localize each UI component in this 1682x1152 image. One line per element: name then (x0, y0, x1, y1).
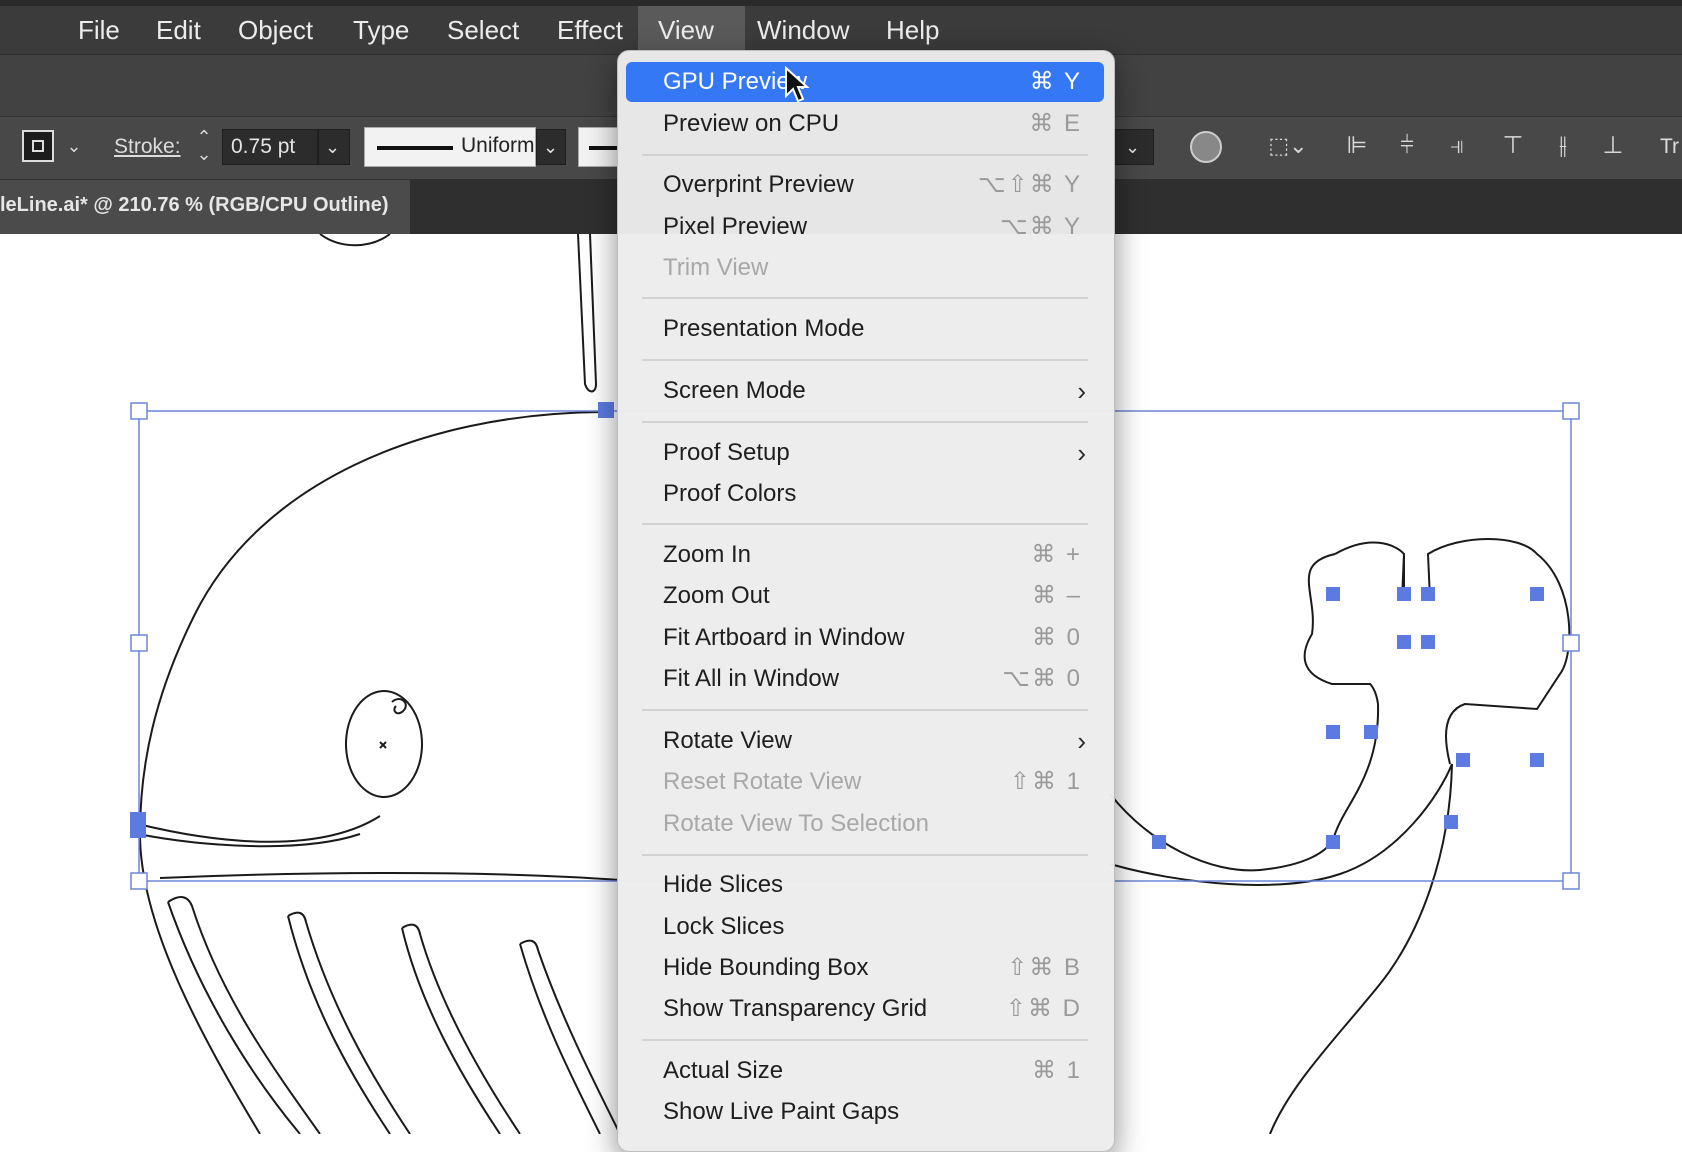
menu-help[interactable]: Help (866, 6, 959, 54)
stroke-weight-field[interactable]: 0.75 pt (222, 129, 318, 165)
document-tab[interactable]: leLine.ai* @ 210.76 % (RGB/CPU Outline) (0, 180, 410, 234)
menu-item-pixel-preview[interactable]: Pixel Preview ⌥⌘ Y (626, 207, 1104, 247)
align-horizontal-center-icon[interactable]: ⫩ (1390, 131, 1424, 161)
menu-separator (642, 854, 1088, 856)
menu-item-zoom-in[interactable]: Zoom In ⌘ + (626, 535, 1104, 575)
stroke-swatch[interactable] (22, 130, 54, 162)
menu-item-trim-view: Trim View (663, 254, 769, 281)
chevron-right-icon: › (1077, 726, 1086, 756)
profile-label: Uniform (461, 134, 535, 157)
menu-item-proof-setup[interactable]: Proof Setup › (626, 433, 1104, 473)
stroke-stepper-icon[interactable]: ⌃ ⌄ (192, 128, 216, 163)
align-top-icon[interactable]: ⊤ (1496, 131, 1530, 161)
menu-item-preview-on-cpu[interactable]: Preview on CPU ⌘ E (626, 104, 1104, 144)
menu-item-gpu-preview[interactable]: GPU Preview ⌘ Y (626, 62, 1104, 102)
document-title: leLine.ai* @ 210.76 % (RGB/CPU Outline) (0, 194, 389, 216)
menu-window[interactable]: Window (737, 6, 869, 54)
menu-file[interactable]: File (58, 6, 140, 54)
variable-width-profile[interactable]: Uniform (364, 127, 536, 167)
stroke-label[interactable]: Stroke: (114, 135, 181, 159)
stroke-weight-dropdown[interactable]: ⌄ (318, 129, 350, 165)
align-right-icon[interactable]: ⫣ (1440, 131, 1474, 161)
menu-item-presentation-mode[interactable]: Presentation Mode (626, 309, 1104, 349)
menu-view[interactable]: View (638, 6, 745, 54)
menu-item-show-live-paint-gaps[interactable]: Show Live Paint Gaps (626, 1092, 1104, 1132)
menu-separator (642, 1039, 1088, 1041)
menu-item-fit-artboard[interactable]: Fit Artboard in Window ⌘ 0 (626, 618, 1104, 658)
mouse-cursor-icon (785, 66, 810, 103)
menu-item-hide-bounding-box[interactable]: Hide Bounding Box ⇧⌘ B (626, 948, 1104, 988)
menu-item-hide-slices[interactable]: Hide Slices (626, 865, 1104, 905)
transform-link[interactable]: Tr (1660, 135, 1679, 159)
menu-item-lock-slices[interactable]: Lock Slices (626, 907, 1104, 947)
menu-item-screen-mode[interactable]: Screen Mode › (626, 371, 1104, 411)
menu-edit[interactable]: Edit (136, 6, 221, 54)
chevron-down-icon[interactable]: ⌄ (62, 131, 86, 161)
chevron-right-icon: › (1077, 438, 1086, 468)
menu-item-actual-size[interactable]: Actual Size ⌘ 1 (626, 1051, 1104, 1091)
menu-item-proof-colors[interactable]: Proof Colors (626, 474, 1104, 514)
profile-dropdown[interactable]: ⌄ (536, 129, 566, 165)
menu-bar: File Edit Object Type Select Effect View… (0, 0, 1682, 54)
menu-separator (642, 421, 1088, 423)
menu-select[interactable]: Select (427, 6, 539, 54)
align-vertical-center-icon[interactable]: ⫲ (1546, 131, 1580, 161)
view-menu-dropdown: GPU Preview ⌘ Y Preview on CPU ⌘ E Overpri… (617, 50, 1115, 1152)
menu-object[interactable]: Object (218, 6, 333, 54)
style-dropdown[interactable]: ⌄ (1114, 129, 1154, 165)
align-bottom-icon[interactable]: ⊥ (1596, 131, 1630, 161)
menu-item-rotate-view-to-selection: Rotate View To Selection (663, 810, 929, 837)
menu-separator (642, 154, 1088, 156)
menu-type[interactable]: Type (333, 6, 429, 54)
menu-separator (642, 709, 1088, 711)
menu-item-rotate-view[interactable]: Rotate View › (626, 721, 1104, 761)
menu-separator (642, 523, 1088, 525)
menu-item-show-transparency-grid[interactable]: Show Transparency Grid ⇧⌘ D (626, 989, 1104, 1029)
menu-item-reset-rotate-view: Reset Rotate View ⇧⌘ 1 (663, 768, 1082, 795)
menu-item-zoom-out[interactable]: Zoom Out ⌘ – (626, 576, 1104, 616)
menu-effect[interactable]: Effect (537, 6, 643, 54)
transform-icon[interactable]: ⬚⌄ (1266, 131, 1310, 161)
recolor-artwork-icon[interactable] (1190, 131, 1222, 163)
align-left-icon[interactable]: ⊫ (1340, 131, 1374, 161)
menu-separator (642, 297, 1088, 299)
menu-separator (642, 359, 1088, 361)
menu-item-overprint-preview[interactable]: Overprint Preview ⌥⇧⌘ Y (626, 165, 1104, 205)
menu-item-fit-all[interactable]: Fit All in Window ⌥⌘ 0 (626, 659, 1104, 699)
chevron-right-icon: › (1077, 376, 1086, 406)
brush-definition[interactable] (578, 127, 619, 167)
